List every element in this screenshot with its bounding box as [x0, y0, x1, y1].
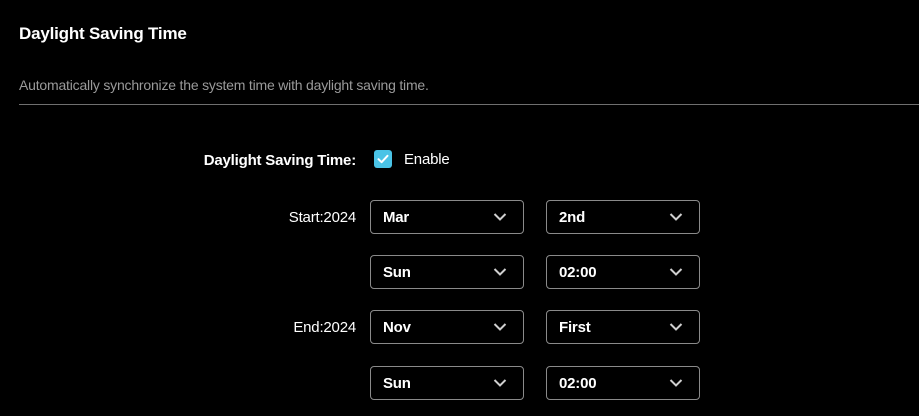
chevron-down-icon: [669, 323, 683, 331]
checkbox-checked-icon[interactable]: [374, 150, 392, 168]
chevron-down-icon: [493, 379, 507, 387]
chevron-down-icon: [669, 379, 683, 387]
start-day-value: Sun: [383, 263, 411, 281]
start-time-select[interactable]: 02:00: [546, 255, 700, 289]
dst-label: Daylight Saving Time:: [203, 152, 356, 169]
chevron-down-icon: [493, 213, 507, 221]
start-month-value: Mar: [383, 208, 410, 226]
checkmark-icon: [377, 154, 389, 164]
start-day-select[interactable]: Sun: [370, 255, 524, 289]
chevron-down-icon: [493, 268, 507, 276]
chevron-down-icon: [669, 213, 683, 221]
end-time-value: 02:00: [559, 374, 597, 392]
start-month-select[interactable]: Mar: [370, 200, 524, 234]
section-description: Automatically synchronize the system tim…: [19, 77, 429, 93]
end-day-value: Sun: [383, 374, 411, 392]
end-day-select[interactable]: Sun: [370, 366, 524, 400]
end-label: End:2024: [293, 319, 356, 336]
section-title: Daylight Saving Time: [19, 24, 187, 43]
enable-label: Enable: [404, 150, 450, 168]
start-time-value: 02:00: [559, 263, 597, 281]
start-week-value: 2nd: [559, 208, 586, 226]
chevron-down-icon: [493, 323, 507, 331]
dst-panel: Daylight Saving Time Automatically synch…: [0, 0, 919, 416]
chevron-down-icon: [669, 268, 683, 276]
end-month-value: Nov: [383, 318, 411, 336]
dst-enable-checkbox[interactable]: Enable: [374, 150, 450, 168]
divider: [19, 104, 919, 105]
start-week-select[interactable]: 2nd: [546, 200, 700, 234]
end-time-select[interactable]: 02:00: [546, 366, 700, 400]
end-week-select[interactable]: First: [546, 310, 700, 344]
end-month-select[interactable]: Nov: [370, 310, 524, 344]
start-label: Start:2024: [288, 209, 356, 226]
end-week-value: First: [559, 318, 591, 336]
